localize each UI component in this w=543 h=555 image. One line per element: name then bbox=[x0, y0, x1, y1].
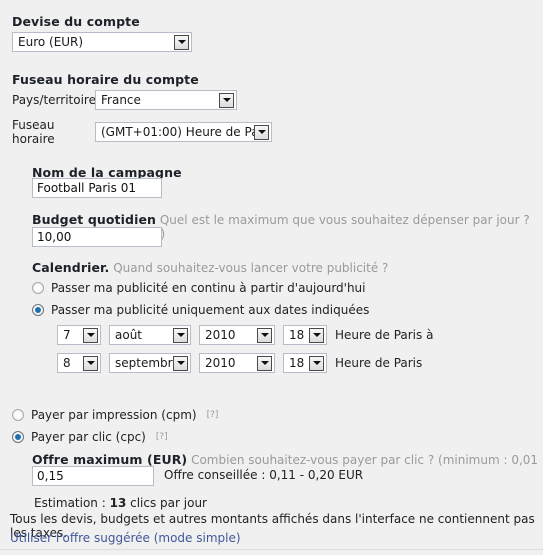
chevron-down-icon[interactable] bbox=[173, 355, 188, 371]
schedule-heading: Calendrier. bbox=[32, 260, 110, 275]
pricing-option-cpm-label: Payer par impression (cpm) bbox=[31, 408, 197, 422]
help-icon-cpc[interactable]: [?] bbox=[156, 432, 168, 442]
start-month-value: août bbox=[115, 328, 143, 342]
currency-select[interactable]: Euro (EUR) bbox=[12, 32, 192, 52]
end-hour-select[interactable]: 18 bbox=[283, 353, 327, 373]
bid-heading: Offre maximum (EUR) bbox=[32, 452, 188, 467]
chevron-down-icon[interactable] bbox=[83, 327, 98, 343]
campaign-name-input[interactable] bbox=[32, 178, 162, 198]
budget-input[interactable] bbox=[32, 227, 162, 247]
estimation-prefix: Estimation : bbox=[34, 496, 106, 510]
end-month-select[interactable]: septembre bbox=[109, 353, 191, 373]
country-label: Pays/territoire bbox=[12, 93, 96, 107]
bid-advice-text: Offre conseillée : 0,11 - 0,20 EUR bbox=[164, 468, 364, 482]
end-month-value: septembre bbox=[115, 356, 173, 370]
budget-heading: Budget quotidien bbox=[32, 212, 157, 227]
country-row: Pays/territoire France bbox=[12, 90, 237, 110]
schedule-option-dates-label: Passer ma publicité uniquement aux dates… bbox=[51, 303, 370, 317]
schedule-option-dates[interactable]: Passer ma publicité uniquement aux dates… bbox=[32, 303, 369, 317]
currency-select-value: Euro (EUR) bbox=[18, 35, 84, 49]
ad-campaign-settings-page: Devise du compte Euro (EUR) Fuseau horai… bbox=[0, 0, 543, 555]
schedule-option-continuous-label: Passer ma publicité en continu à partir … bbox=[51, 281, 366, 295]
bid-input[interactable] bbox=[32, 466, 154, 486]
pricing-option-cpc[interactable]: Payer par clic (cpc) [?] bbox=[12, 430, 168, 444]
country-select-value: France bbox=[101, 93, 141, 107]
chevron-down-icon[interactable] bbox=[309, 355, 324, 371]
chevron-down-icon[interactable] bbox=[254, 124, 269, 140]
start-date-row: 7 août 2010 18 Heure de Paris à bbox=[57, 325, 433, 345]
use-suggested-bid-link[interactable]: Utiliser l'offre suggérée (mode simple) bbox=[10, 531, 241, 545]
start-month-select[interactable]: août bbox=[109, 325, 191, 345]
end-day-select[interactable]: 8 bbox=[57, 353, 101, 373]
end-hour-value: 18 bbox=[289, 356, 305, 370]
radio-icon-cpc[interactable] bbox=[12, 431, 24, 443]
chevron-down-icon[interactable] bbox=[174, 34, 189, 50]
start-timezone-note: Heure de Paris à bbox=[335, 328, 434, 342]
start-day-value: 7 bbox=[63, 328, 71, 342]
chevron-down-icon[interactable] bbox=[257, 355, 272, 371]
country-select[interactable]: France bbox=[95, 90, 237, 110]
estimation-value: 13 bbox=[109, 496, 127, 510]
start-year-select[interactable]: 2010 bbox=[199, 325, 275, 345]
chevron-down-icon[interactable] bbox=[219, 92, 234, 108]
timezone-label: Fuseau horaire bbox=[12, 118, 55, 146]
pricing-option-cpm[interactable]: Payer par impression (cpm) [?] bbox=[12, 408, 218, 422]
start-hour-value: 18 bbox=[289, 328, 305, 342]
end-year-select[interactable]: 2010 bbox=[199, 353, 275, 373]
radio-icon-dates[interactable] bbox=[32, 304, 44, 316]
timezone-select-value: (GMT+01:00) Heure de Paris bbox=[101, 125, 254, 139]
end-year-value: 2010 bbox=[205, 356, 236, 370]
schedule-hint: Quand souhaitez-vous lancer votre public… bbox=[113, 261, 389, 275]
start-year-value: 2010 bbox=[205, 328, 236, 342]
timezone-row: Fuseau horaire (GMT+01:00) Heure de Pari… bbox=[12, 118, 272, 146]
timezone-select[interactable]: (GMT+01:00) Heure de Paris bbox=[95, 122, 272, 142]
radio-icon-continuous[interactable] bbox=[32, 282, 44, 294]
end-day-value: 8 bbox=[63, 356, 71, 370]
help-icon-cpm[interactable]: [?] bbox=[207, 410, 219, 420]
chevron-down-icon[interactable] bbox=[83, 355, 98, 371]
start-day-select[interactable]: 7 bbox=[57, 325, 101, 345]
pricing-option-cpc-label: Payer par clic (cpc) bbox=[31, 430, 146, 444]
chevron-down-icon[interactable] bbox=[309, 327, 324, 343]
estimation-line: Estimation : 13 clics par jour bbox=[34, 496, 207, 510]
schedule-heading-line: Calendrier. Quand souhaitez-vous lancer … bbox=[32, 260, 388, 275]
end-date-row: 8 septembre 2010 18 Heure de Paris bbox=[57, 353, 422, 373]
estimation-suffix: clics par jour bbox=[130, 496, 207, 510]
chevron-down-icon[interactable] bbox=[257, 327, 272, 343]
schedule-option-continuous[interactable]: Passer ma publicité en continu à partir … bbox=[32, 281, 366, 295]
radio-icon-cpm[interactable] bbox=[12, 409, 24, 421]
chevron-down-icon[interactable] bbox=[173, 327, 188, 343]
start-hour-select[interactable]: 18 bbox=[283, 325, 327, 345]
currency-section-heading: Devise du compte bbox=[12, 14, 140, 29]
timezone-section-heading: Fuseau horaire du compte bbox=[12, 72, 199, 87]
bottom-divider bbox=[0, 549, 543, 550]
end-timezone-note: Heure de Paris bbox=[335, 356, 423, 370]
